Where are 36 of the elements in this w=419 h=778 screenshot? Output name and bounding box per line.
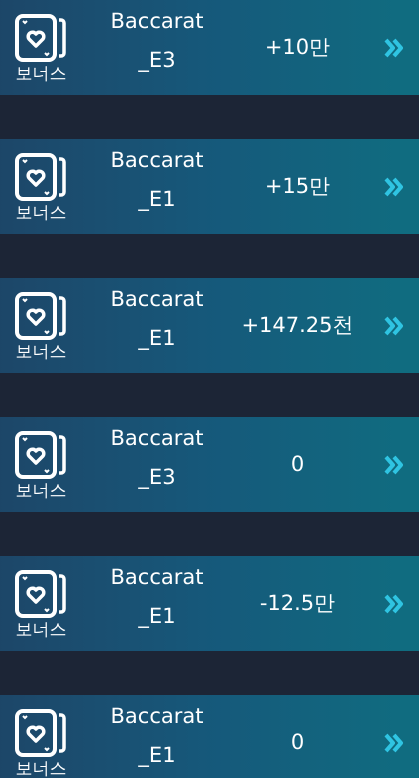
playing-card-icon xyxy=(14,290,68,340)
amount-text: +147.25천 xyxy=(240,312,355,339)
category-label: 보너스 xyxy=(16,62,66,84)
bonus-list-item[interactable]: 보너스 Baccarat _E3 +10만 xyxy=(0,0,419,95)
double-chevron-icon[interactable] xyxy=(383,316,405,336)
double-chevron-icon[interactable] xyxy=(383,594,405,614)
playing-card-icon xyxy=(14,708,68,758)
amount-text: -12.5만 xyxy=(258,590,336,617)
game-name: Baccarat _E3 xyxy=(110,424,204,491)
game-name: Baccarat _E3 xyxy=(110,8,204,74)
playing-card-icon xyxy=(14,12,68,62)
bonus-list-item[interactable]: 보너스 Baccarat _E3 0 xyxy=(0,417,419,512)
bonus-list-item[interactable]: 보너스 Baccarat _E1 +147.25천 xyxy=(0,278,419,373)
playing-card-icon xyxy=(14,152,68,202)
double-chevron-icon[interactable] xyxy=(383,732,405,752)
bonus-list-item[interactable]: 보너스 Baccarat _E1 -12.5만 xyxy=(0,556,419,651)
game-name: Baccarat _E1 xyxy=(110,564,204,630)
game-name: Baccarat _E1 xyxy=(110,286,204,352)
amount-text: +15만 xyxy=(264,172,332,200)
category-label: 보너스 xyxy=(16,758,66,778)
playing-card-icon xyxy=(14,568,68,618)
double-chevron-icon[interactable] xyxy=(383,454,405,474)
category-label: 보너스 xyxy=(16,202,66,224)
category-label: 보너스 xyxy=(16,480,66,502)
amount-text: 0 xyxy=(290,728,306,756)
amount-text: 0 xyxy=(290,450,306,478)
category-label: 보너스 xyxy=(16,340,66,362)
bonus-list-item[interactable]: 보너스 Baccarat _E1 +15만 xyxy=(0,139,419,234)
playing-card-icon xyxy=(14,430,68,480)
game-name: Baccarat _E1 xyxy=(110,702,204,769)
amount-text: +10만 xyxy=(264,34,332,61)
bonus-list-item[interactable]: 보너스 Baccarat _E1 0 xyxy=(0,695,419,778)
game-name: Baccarat _E1 xyxy=(110,146,204,213)
double-chevron-icon[interactable] xyxy=(383,176,405,196)
category-label: 보너스 xyxy=(16,618,66,640)
double-chevron-icon[interactable] xyxy=(383,38,405,58)
